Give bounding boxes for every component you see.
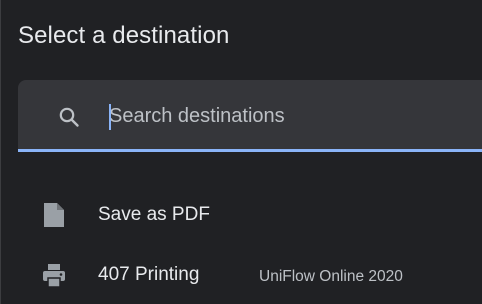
- destination-subtitle: UniFlow Online 2020: [259, 268, 403, 285]
- search-input[interactable]: [103, 100, 469, 132]
- destination-407-printing[interactable]: 407 Printing UniFlow Online 2020: [1, 253, 482, 299]
- dialog-title: Select a destination: [18, 22, 230, 49]
- search-icon: [59, 107, 79, 127]
- printer-icon: [43, 264, 65, 288]
- destination-name: Save as PDF: [98, 204, 210, 225]
- destination-save-as-pdf[interactable]: Save as PDF: [1, 193, 482, 239]
- text-caret: [109, 104, 111, 130]
- destination-dialog: Select a destination Save as PDF 407 Pri…: [0, 0, 482, 304]
- destination-name: 407 Printing: [98, 264, 200, 285]
- file-icon: [44, 203, 64, 227]
- search-focus-underline: [18, 149, 482, 152]
